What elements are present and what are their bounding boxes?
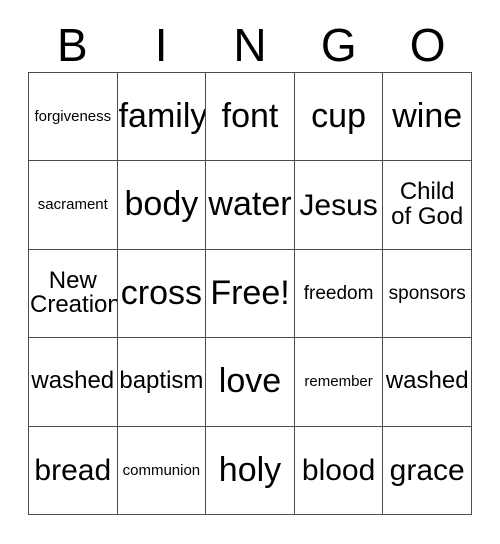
bingo-cell[interactable]: cross [117, 249, 207, 339]
bingo-cell[interactable]: New Creation [29, 249, 118, 339]
bingo-cell[interactable]: freedom [294, 249, 384, 339]
bingo-cell-label: remember [304, 373, 373, 391]
bingo-cell[interactable]: love [206, 338, 295, 427]
bingo-cell[interactable]: family [117, 73, 207, 162]
bingo-cell[interactable]: font [206, 73, 295, 162]
bingo-cell[interactable]: sponsors [383, 249, 472, 339]
bingo-cell-label: cross [120, 273, 202, 312]
bingo-cell[interactable]: Jesus [294, 161, 384, 250]
bingo-cell-label: baptism [119, 367, 204, 395]
bingo-cell-label: water [208, 185, 292, 224]
header-letter-g: G [320, 19, 357, 71]
bingo-cell-free[interactable]: Free! [206, 249, 295, 339]
bingo-cell-label: grace [389, 453, 465, 487]
bingo-cell[interactable]: baptism [117, 338, 207, 427]
bingo-cell-label: sponsors [388, 282, 466, 304]
bingo-cell[interactable]: blood [294, 426, 384, 515]
bingo-cell-label: sacrament [37, 196, 108, 214]
header-letter-n: N [233, 19, 267, 71]
bingo-cell-label: Jesus [299, 188, 378, 222]
bingo-cell-label: cup [311, 97, 366, 136]
header-letter-b: B [57, 19, 88, 71]
bingo-cell-label: font [221, 97, 279, 136]
bingo-cell-label: Free! [210, 273, 290, 312]
bingo-cell-label: washed [31, 367, 115, 395]
bingo-cell[interactable]: wine [383, 73, 472, 162]
bingo-header-row: B I N G O [28, 18, 472, 72]
bingo-cell-label: family [118, 97, 207, 136]
bingo-cell-label: body [124, 185, 199, 224]
bingo-cell[interactable]: sacrament [29, 161, 118, 250]
bingo-cell-label: Child of God [391, 178, 464, 231]
bingo-cell-label: wine [392, 97, 463, 136]
bingo-cell-label: communion [122, 461, 201, 479]
bingo-card: B I N G O forgiveness family font cup wi… [0, 0, 500, 544]
bingo-cell[interactable]: washed [29, 338, 118, 427]
bingo-cell[interactable]: water [206, 161, 295, 250]
bingo-grid: forgiveness family font cup wine sacrame… [28, 72, 472, 515]
bingo-cell[interactable]: holy [206, 426, 295, 515]
bingo-cell-label: blood [301, 453, 376, 487]
bingo-cell[interactable]: communion [117, 426, 207, 515]
bingo-cell[interactable]: bread [29, 426, 118, 515]
header-letter-o: O [409, 19, 446, 71]
bingo-cell-label: love [218, 362, 282, 401]
bingo-cell[interactable]: forgiveness [29, 73, 118, 162]
bingo-cell[interactable]: remember [294, 338, 384, 427]
bingo-cell[interactable]: Child of God [383, 161, 472, 250]
bingo-cell-label: washed [385, 367, 469, 395]
bingo-cell-label: bread [34, 453, 112, 487]
bingo-cell[interactable]: body [117, 161, 207, 250]
bingo-cell-label: freedom [303, 282, 374, 304]
bingo-cell-label: forgiveness [34, 107, 112, 125]
bingo-cell-label: New Creation [30, 266, 118, 319]
bingo-cell[interactable]: washed [383, 338, 472, 427]
bingo-cell[interactable]: cup [294, 73, 384, 162]
bingo-cell[interactable]: grace [383, 426, 472, 515]
header-letter-i: I [154, 19, 168, 71]
bingo-cell-label: holy [218, 450, 282, 489]
